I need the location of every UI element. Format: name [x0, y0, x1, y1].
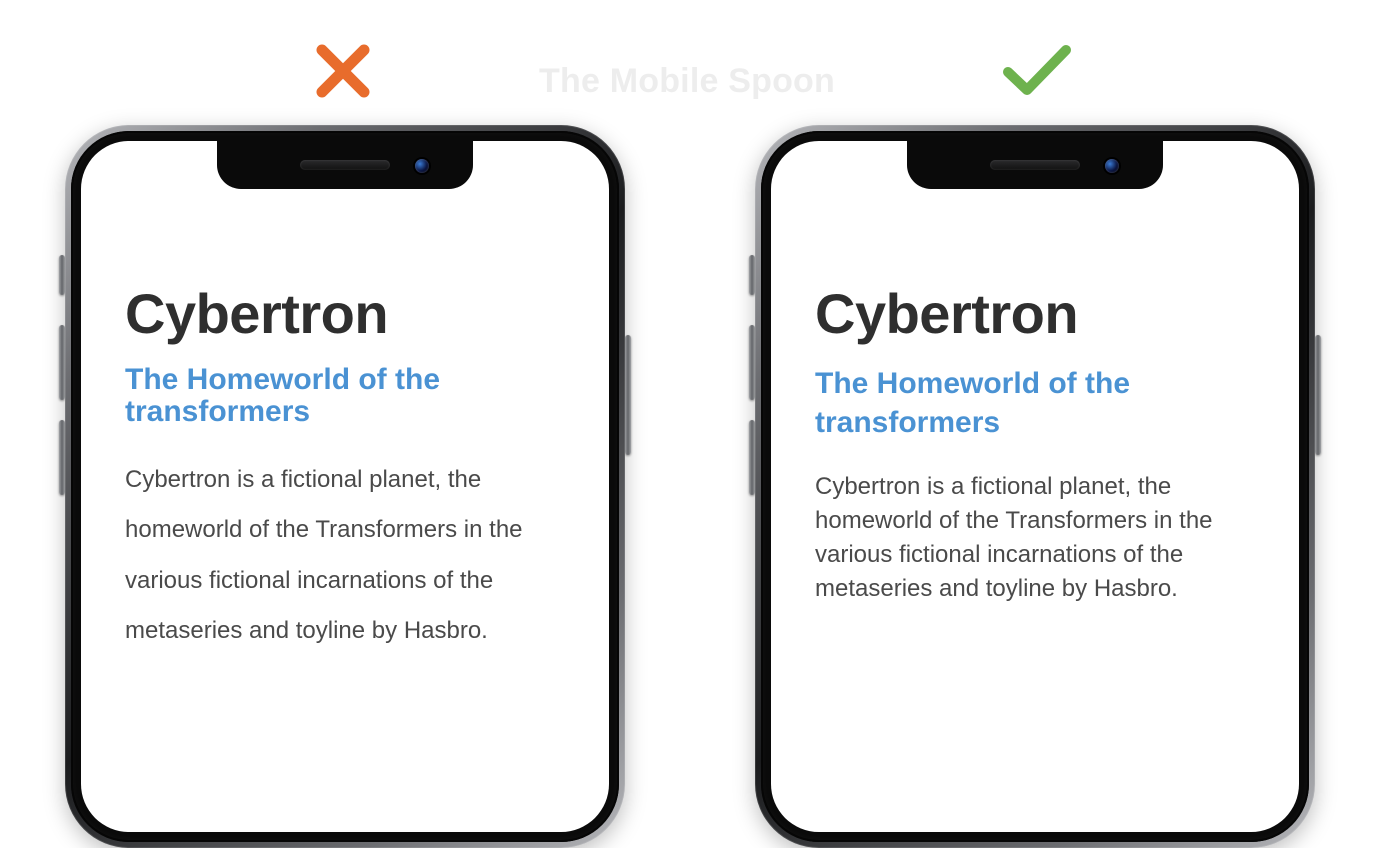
speaker-grill [300, 160, 390, 170]
cross-icon [310, 38, 376, 109]
notch [217, 141, 473, 189]
content-left: Cybertron The Homeworld of the transform… [81, 141, 609, 832]
notch [907, 141, 1163, 189]
body-text: Cybertron is a fictional planet, the hom… [815, 470, 1261, 606]
speaker-grill [990, 160, 1080, 170]
page-title: Cybertron [815, 281, 1261, 346]
page-title: Cybertron [125, 281, 571, 346]
front-camera [1105, 159, 1119, 173]
page-subtitle: The Homeworld of the transformers [815, 364, 1261, 442]
screen-left: Cybertron The Homeworld of the transform… [81, 141, 609, 832]
watermark-text: The Mobile Spoon [539, 62, 835, 101]
power-button [625, 335, 631, 455]
check-icon [1000, 38, 1074, 109]
phone-mock-right: Cybertron The Homeworld of the transform… [755, 125, 1315, 848]
phone-mock-left: Cybertron The Homeworld of the transform… [65, 125, 625, 848]
page-subtitle: The Homeworld of the transformers [125, 364, 571, 427]
body-text: Cybertron is a fictional planet, the hom… [125, 455, 571, 657]
content-right: Cybertron The Homeworld of the transform… [771, 141, 1299, 832]
front-camera [415, 159, 429, 173]
screen-right: Cybertron The Homeworld of the transform… [771, 141, 1299, 832]
power-button [1315, 335, 1321, 455]
